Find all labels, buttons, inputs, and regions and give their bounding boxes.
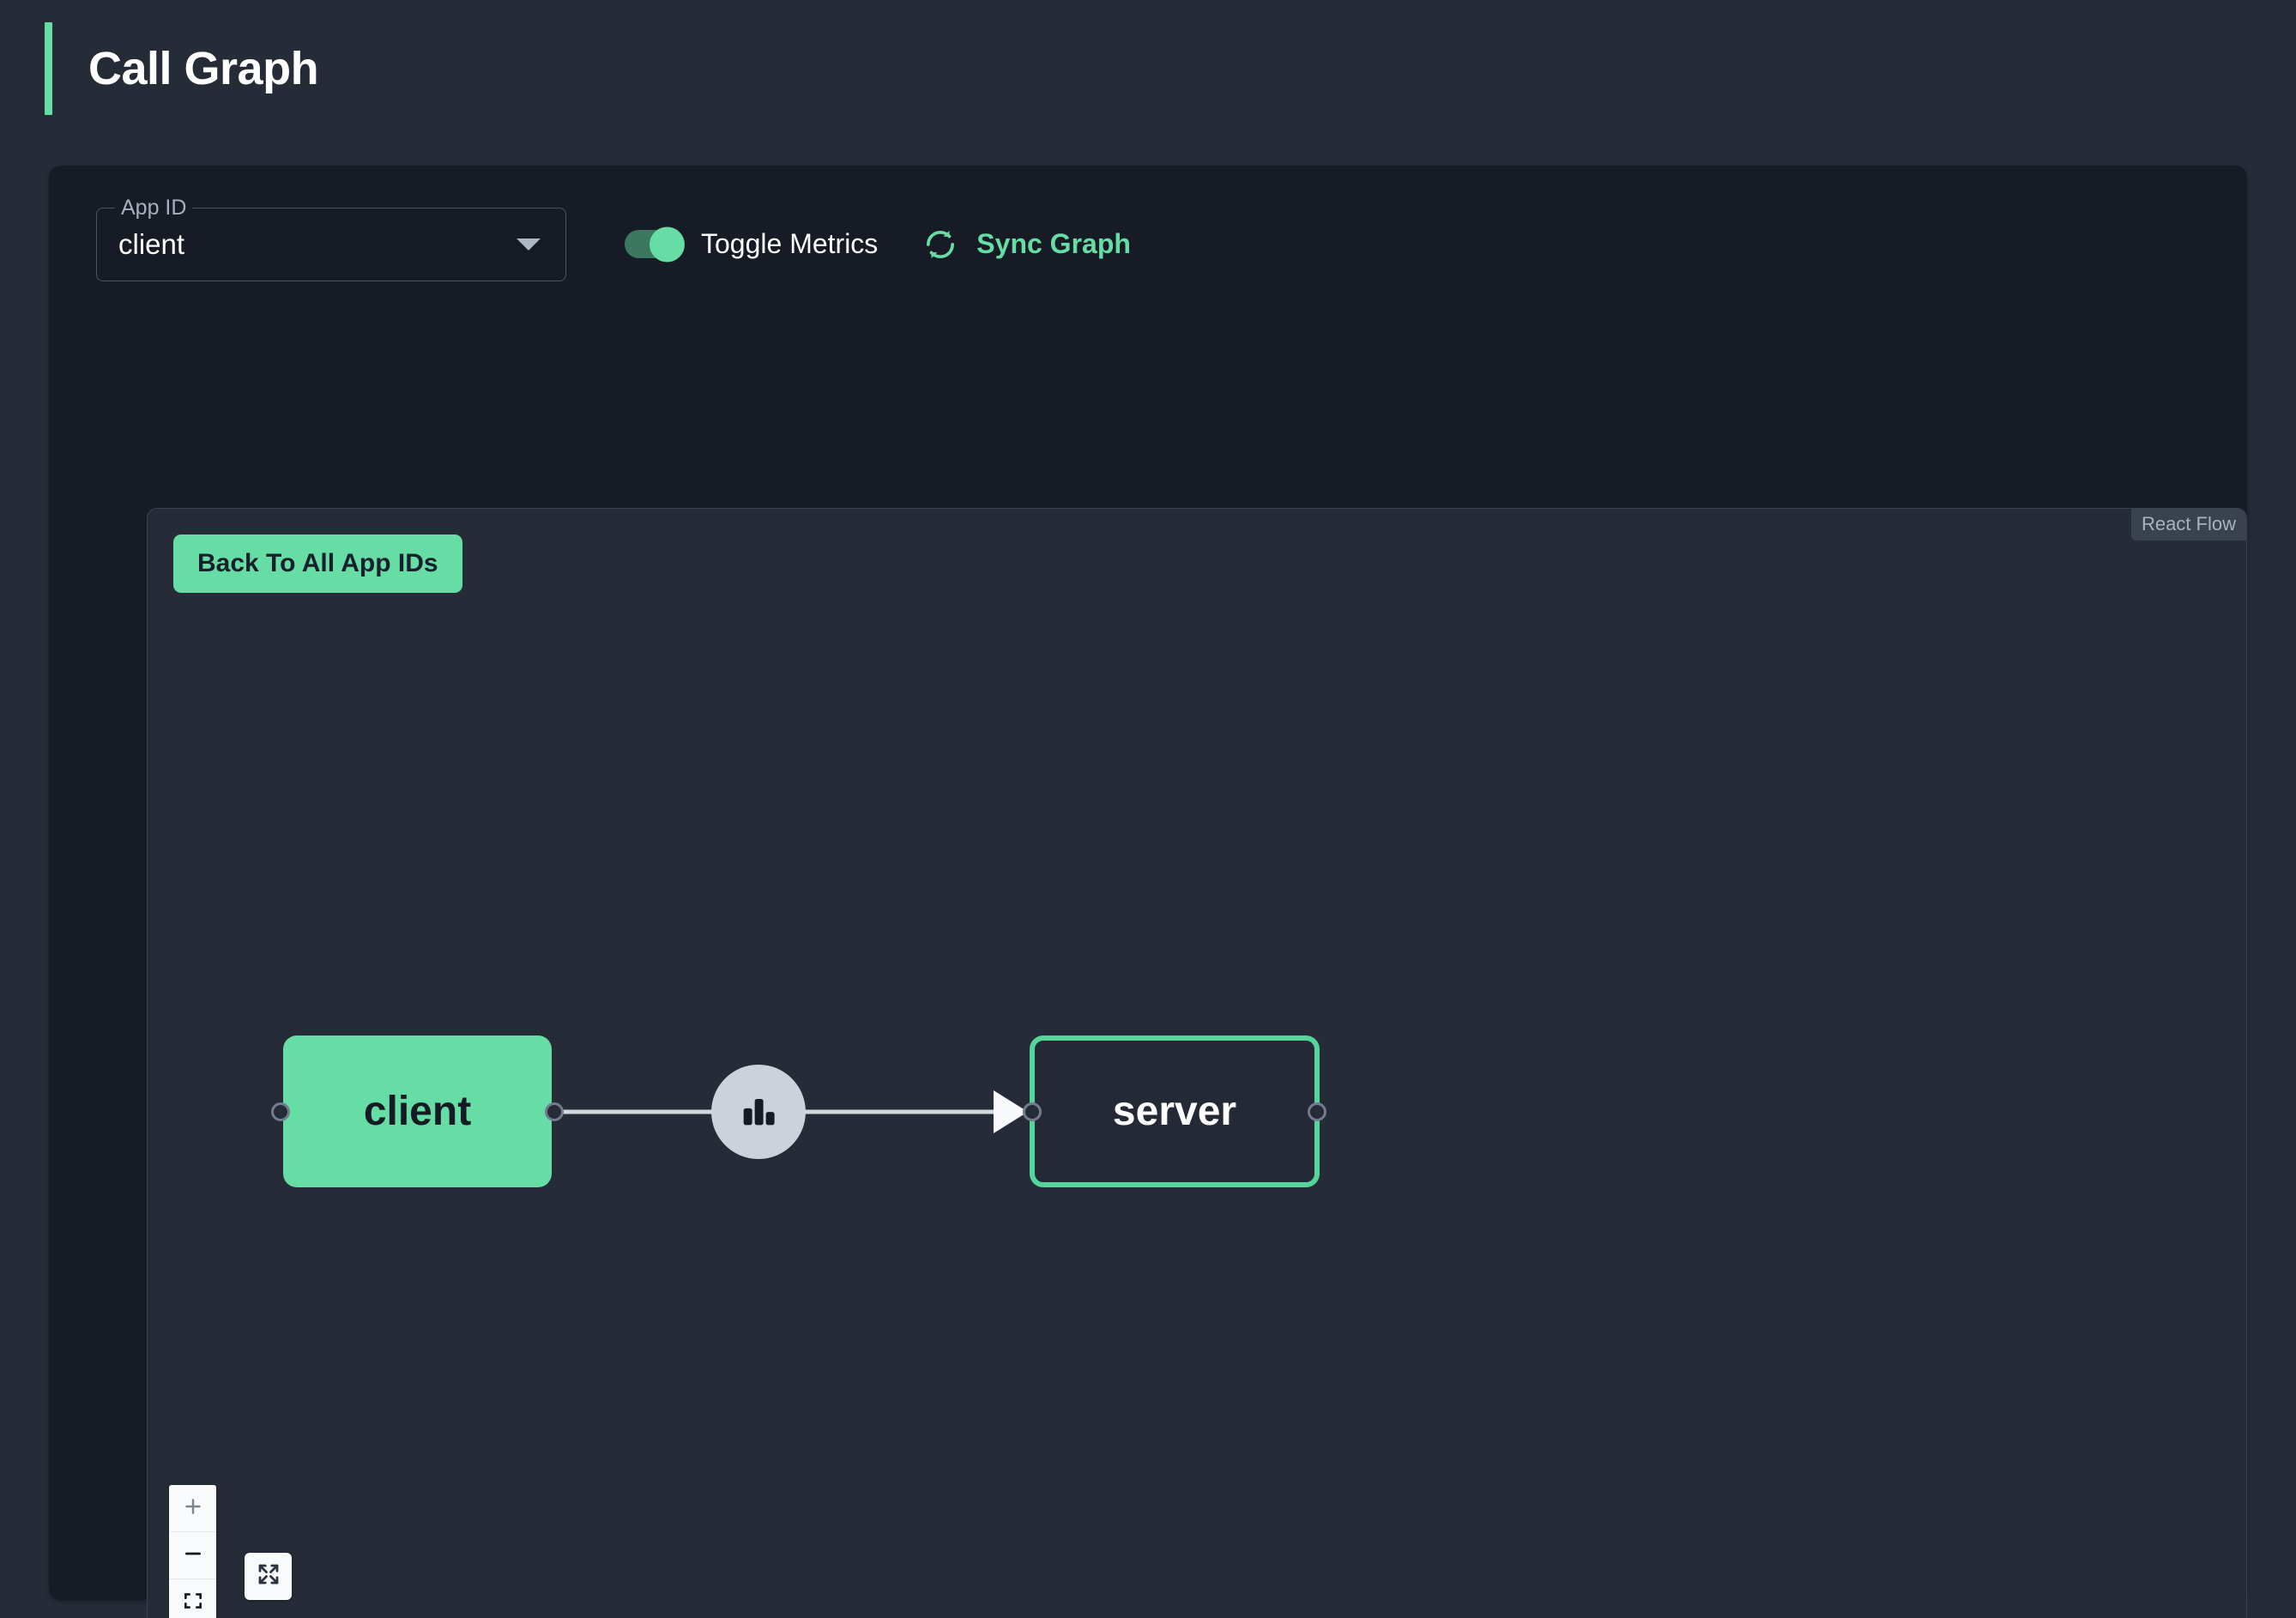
metrics-toggle-label: Toggle Metrics: [701, 228, 879, 259]
toolbar: App ID client Toggle Metrics Sync Graph: [49, 166, 2247, 286]
plus-icon: [182, 1495, 204, 1522]
node-handle-left[interactable]: [271, 1102, 290, 1121]
toggle-thumb: [650, 226, 685, 262]
node-handle-right[interactable]: [545, 1102, 564, 1121]
call-graph-card: App ID client Toggle Metrics Sync Graph: [49, 166, 2247, 1618]
app-id-value: client: [118, 227, 185, 260]
graph-node-server[interactable]: server: [1023, 1035, 1326, 1187]
page-title: Call Graph: [88, 43, 319, 94]
node-handle-left[interactable]: [1023, 1102, 1042, 1121]
sync-icon: [923, 227, 958, 262]
node-handle-right[interactable]: [1308, 1102, 1326, 1121]
flow-controls: [169, 1485, 216, 1618]
graph-node-server-label: server: [1112, 1089, 1237, 1134]
expand-arrows-icon: [256, 1561, 281, 1591]
fit-view-button[interactable]: [169, 1579, 216, 1618]
frame-icon: [182, 1590, 204, 1616]
graph-layer: client server: [148, 509, 2246, 1618]
sync-graph-label: Sync Graph: [976, 228, 1131, 259]
edge-metrics-badge[interactable]: [711, 1065, 806, 1159]
react-flow-canvas[interactable]: Back To All App IDs React Flow client se…: [147, 508, 2247, 1618]
sync-graph-button[interactable]: Sync Graph: [923, 227, 1131, 262]
app-id-select[interactable]: App ID client: [96, 194, 566, 281]
expand-fullscreen-button[interactable]: [245, 1553, 292, 1600]
bar-chart-icon: [736, 1088, 781, 1137]
chevron-down-icon[interactable]: [517, 238, 541, 251]
zoom-out-button[interactable]: [169, 1532, 216, 1579]
page-header: Call Graph: [0, 0, 2296, 137]
title-accent-bar: [45, 22, 52, 115]
graph-node-client-label: client: [363, 1089, 472, 1134]
zoom-in-button[interactable]: [169, 1485, 216, 1532]
metrics-toggle-group[interactable]: Toggle Metrics: [625, 226, 879, 262]
graph-node-client[interactable]: client: [271, 1035, 564, 1187]
minus-icon: [182, 1543, 204, 1569]
metrics-toggle-switch[interactable]: [625, 226, 685, 262]
